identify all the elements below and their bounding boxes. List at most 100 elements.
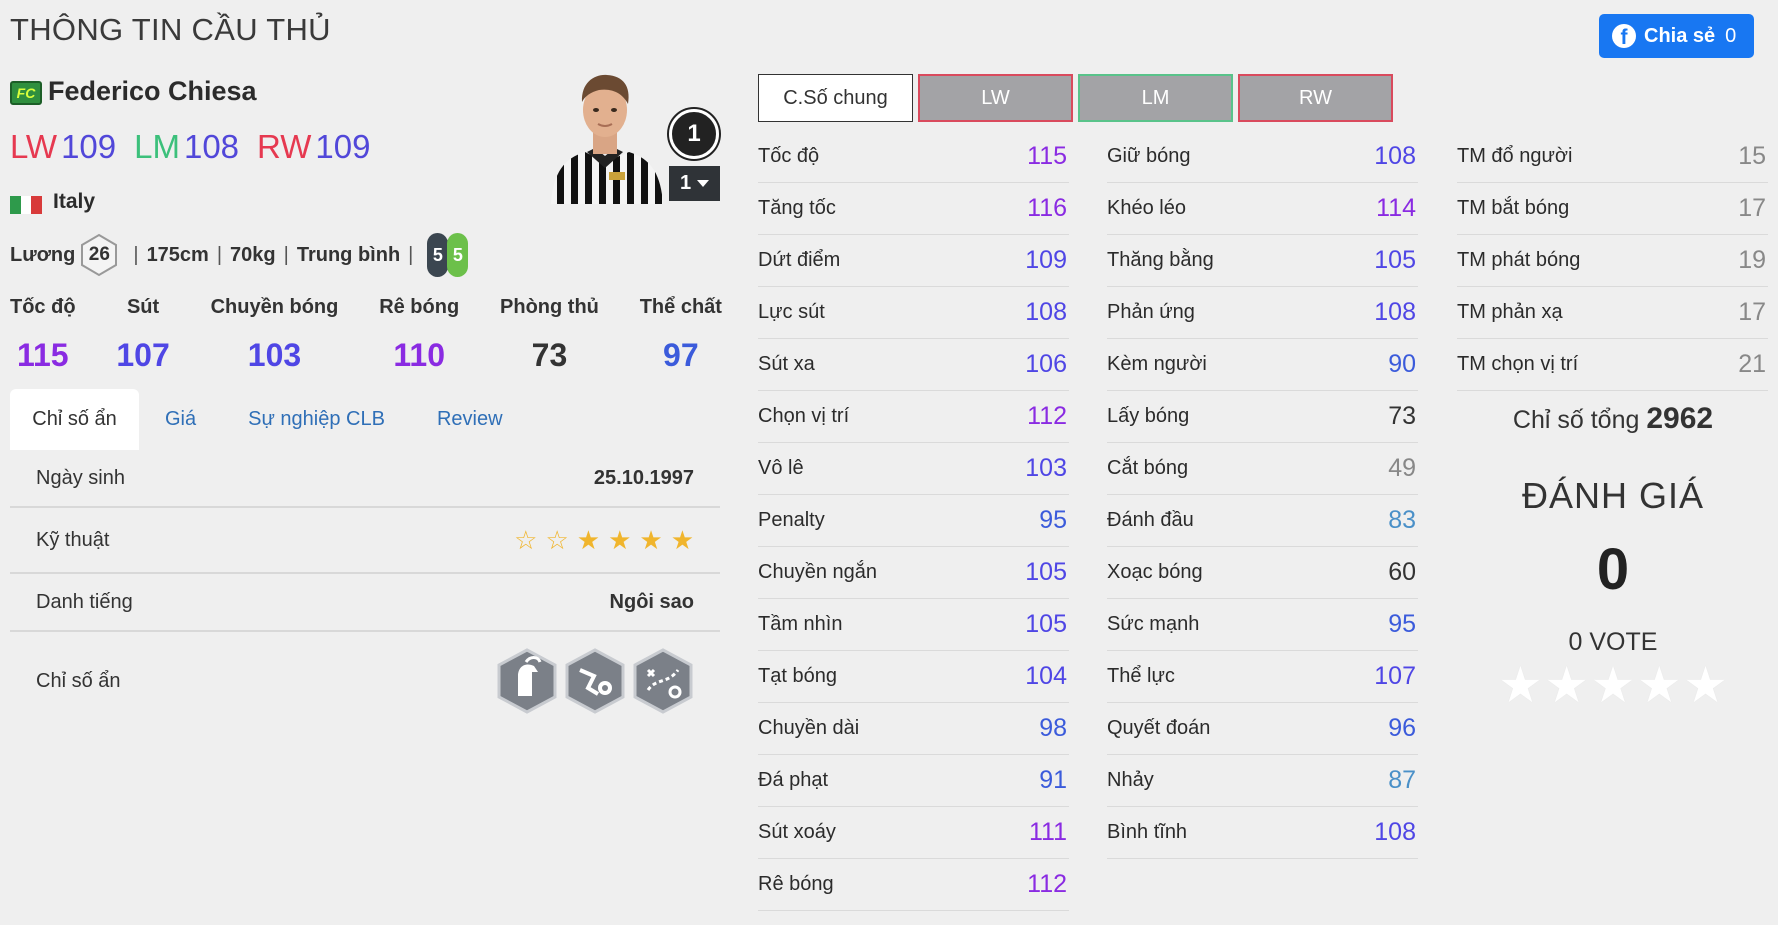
- attribute-value: 111: [1028, 818, 1067, 846]
- attribute-row: Kèm người 90: [1107, 339, 1418, 391]
- tab-lw[interactable]: LW: [918, 74, 1073, 122]
- caret-down-icon: [697, 180, 710, 187]
- attribute-name: Vô lê: [758, 457, 804, 479]
- main-stat-value: 97: [663, 337, 699, 373]
- attribute-row: Thăng bằng 105: [1107, 235, 1418, 287]
- rating-title: ĐÁNH GIÁ: [1521, 475, 1705, 516]
- attribute-name: Chuyền dài: [758, 717, 860, 739]
- facebook-share-button[interactable]: f Chia sẻ 0: [1599, 14, 1754, 58]
- position-tabs: C.Số chung LW LM RW: [758, 74, 1393, 122]
- fc-logo-icon: FC: [10, 81, 42, 105]
- main-stat-value: 103: [247, 337, 302, 373]
- main-stat: Sút 107: [116, 296, 169, 374]
- vote-star-icon[interactable]: ★: [1498, 660, 1543, 710]
- attribute-name: Chuyền ngắn: [758, 561, 877, 583]
- vote-star-icon[interactable]: ★: [1544, 660, 1589, 710]
- attribute-name: Giữ bóng: [1107, 145, 1191, 167]
- hidden-traits-row: Chỉ số ẩn: [10, 632, 720, 730]
- attribute-row: Thể lực 107: [1107, 651, 1418, 703]
- hidden-traits: [496, 648, 694, 714]
- attribute-row: Giữ bóng 108: [1107, 131, 1418, 183]
- attribute-name: TM chọn vị trí: [1457, 353, 1579, 375]
- attribute-value: 91: [1039, 766, 1067, 794]
- attribute-name: Đá phạt: [758, 769, 829, 791]
- skill-star-icon: ☆: [514, 525, 538, 555]
- attribute-value: 95: [1039, 506, 1067, 534]
- attribute-value: 108: [1025, 298, 1067, 326]
- attribute-value: 87: [1388, 766, 1416, 794]
- attribute-name: Tăng tốc: [758, 197, 836, 219]
- share-count: 0: [1725, 24, 1737, 47]
- attribute-name: TM bắt bóng: [1457, 197, 1570, 219]
- attribute-row: TM phát bóng 19: [1457, 235, 1768, 287]
- strong-foot-icon: 5: [447, 233, 469, 277]
- weight: 70kg: [230, 243, 276, 266]
- nation: Italy: [53, 190, 96, 213]
- attribute-value: 96: [1388, 714, 1416, 742]
- attribute-name: Sút xoáy: [758, 821, 836, 843]
- attribute-name: Xoạc bóng: [1107, 561, 1203, 583]
- attribute-value: 109: [1025, 246, 1067, 274]
- skill-stars: ☆ ☆ ★ ★ ★ ★: [514, 527, 694, 553]
- attribute-row: Tăng tốc 116: [758, 183, 1069, 235]
- attribute-name: Penalty: [758, 509, 825, 531]
- vote-star-icon[interactable]: ★: [1637, 660, 1682, 710]
- attribute-row: Sút xoáy 111: [758, 807, 1069, 859]
- dribble-trait-icon[interactable]: [564, 648, 626, 714]
- attribute-value: 115: [1027, 142, 1067, 170]
- italy-flag-icon: [10, 196, 43, 214]
- attribute-value: 108: [1374, 298, 1416, 326]
- attribute-name: Rê bóng: [758, 873, 834, 895]
- share-label: Chia sẻ: [1644, 24, 1716, 47]
- tab-general-stats[interactable]: C.Số chung: [758, 74, 913, 122]
- attribute-value: 21: [1738, 350, 1766, 378]
- attribute-value: 116: [1027, 194, 1067, 222]
- attribute-name: Lấy bóng: [1107, 405, 1190, 427]
- attribute-name: TM phát bóng: [1457, 249, 1581, 271]
- main-stat-label: Sút: [126, 296, 160, 318]
- attribute-name: Nhảy: [1107, 769, 1154, 791]
- attribute-value: 73: [1388, 402, 1416, 430]
- spartan-helmet-trait-icon[interactable]: [496, 648, 558, 714]
- birthdate-row: Ngày sinh 25.10.1997: [10, 450, 720, 508]
- tab-review[interactable]: Review: [411, 389, 529, 450]
- player-info-line: Lương 26 | 175cm | 70kg | Trung bình | 5…: [10, 232, 469, 278]
- main-stat: Rê bóng 110: [379, 296, 459, 374]
- height: 175cm: [146, 243, 209, 266]
- tab-hidden-stats[interactable]: Chỉ số ẩn: [10, 389, 139, 450]
- attribute-name: Dứt điểm: [758, 249, 841, 271]
- upgrade-level-select[interactable]: 1: [669, 166, 720, 201]
- position-ratings: LW 109 LM 108 RW 109: [10, 128, 370, 166]
- wage-label: Lương: [10, 243, 76, 266]
- tab-rw[interactable]: RW: [1238, 74, 1393, 122]
- attribute-value: 95: [1388, 610, 1416, 638]
- player-photo: [543, 72, 668, 204]
- attribute-row: Xoạc bóng 60: [1107, 547, 1418, 599]
- attribute-row: Tạt bóng 104: [758, 651, 1069, 703]
- attribute-row: Đánh đầu 83: [1107, 495, 1418, 547]
- vote-star-icon[interactable]: ★: [1591, 660, 1636, 710]
- attribute-name: Phản ứng: [1107, 301, 1195, 323]
- position-rating-lw: LW 109: [10, 128, 117, 165]
- tab-price[interactable]: Giá: [139, 389, 222, 450]
- playmaker-trait-icon[interactable]: [632, 648, 694, 714]
- attribute-name: Lực sút: [758, 301, 825, 323]
- position-rating-rw: RW 109: [257, 128, 371, 165]
- player-name: Federico Chiesa: [48, 76, 257, 106]
- main-stat-label: Tốc độ: [10, 296, 76, 318]
- vote-star-icon[interactable]: ★: [1683, 660, 1728, 710]
- player-info-page: THÔNG TIN CẦU THỦ f Chia sẻ 0 FC Federic…: [0, 0, 1778, 925]
- skill-row: Kỹ thuật ☆ ☆ ★ ★ ★ ★: [10, 508, 720, 574]
- attribute-value: 105: [1025, 610, 1067, 638]
- attribute-value: 107: [1374, 662, 1416, 690]
- upgrade-level-badge: 1: [669, 109, 719, 159]
- main-stat-value: 115: [16, 337, 69, 373]
- tab-club-career[interactable]: Sự nghiệp CLB: [222, 389, 411, 450]
- tab-lm[interactable]: LM: [1078, 74, 1233, 122]
- weak-foot-icon: 5: [427, 233, 449, 277]
- skill-star-icon: ☆: [545, 525, 569, 555]
- attribute-value: 83: [1388, 506, 1416, 534]
- attribute-value: 90: [1388, 350, 1416, 378]
- attribute-row: Cắt bóng 49: [1107, 443, 1418, 495]
- attribute-name: Bình tĩnh: [1107, 821, 1188, 843]
